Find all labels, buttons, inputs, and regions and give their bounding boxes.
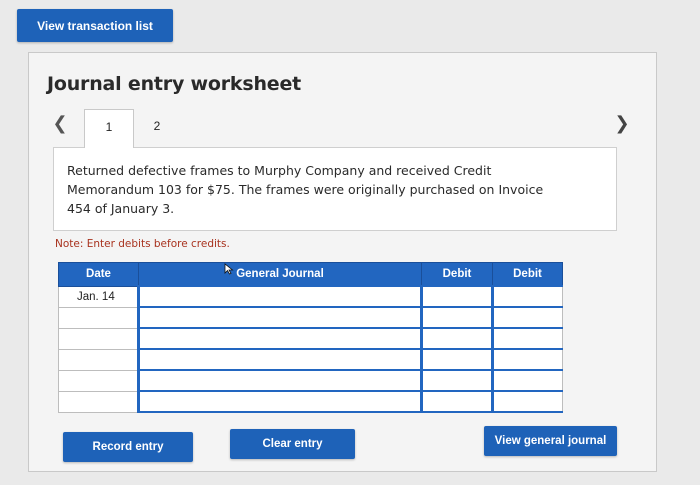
- account-input[interactable]: [137, 348, 422, 371]
- account-input[interactable]: [137, 390, 422, 413]
- date-cell[interactable]: [58, 327, 139, 350]
- credit-input[interactable]: [491, 285, 563, 308]
- column-header-general-journal: General Journal: [138, 262, 422, 287]
- chevron-left-icon[interactable]: ❮: [51, 115, 69, 133]
- tab-2[interactable]: 2: [133, 109, 181, 147]
- date-cell[interactable]: [58, 390, 139, 413]
- record-entry-button[interactable]: Record entry: [63, 432, 193, 462]
- mouse-pointer-icon: [224, 263, 234, 275]
- table-row: [58, 369, 563, 392]
- debit-input[interactable]: [420, 369, 493, 392]
- tab-1[interactable]: 1: [84, 109, 134, 148]
- journal-entry-table: Date General Journal Debit Debit Jan. 14: [58, 262, 563, 413]
- credit-input[interactable]: [491, 306, 563, 329]
- credit-input[interactable]: [491, 348, 563, 371]
- account-input[interactable]: [137, 306, 422, 329]
- table-row: [58, 327, 563, 350]
- table-row: Jan. 14: [58, 285, 563, 308]
- credit-input[interactable]: [491, 390, 563, 413]
- transaction-description: Returned defective frames to Murphy Comp…: [67, 163, 544, 216]
- debit-input[interactable]: [420, 348, 493, 371]
- debit-input[interactable]: [420, 285, 493, 308]
- account-input[interactable]: [137, 369, 422, 392]
- journal-entry-worksheet-panel: Journal entry worksheet ❮ 1 2 ❯ Returned…: [28, 52, 657, 472]
- chevron-right-icon[interactable]: ❯: [613, 115, 631, 133]
- column-header-credit: Debit: [492, 262, 563, 287]
- debit-input[interactable]: [420, 390, 493, 413]
- debit-input[interactable]: [420, 306, 493, 329]
- column-header-date: Date: [58, 262, 139, 287]
- clear-entry-button[interactable]: Clear entry: [230, 429, 355, 459]
- view-transaction-list-button[interactable]: View transaction list: [17, 9, 173, 42]
- debit-credit-note: Note: Enter debits before credits.: [55, 238, 230, 250]
- date-cell[interactable]: [58, 306, 139, 329]
- debit-input[interactable]: [420, 327, 493, 350]
- credit-input[interactable]: [491, 369, 563, 392]
- column-header-debit: Debit: [421, 262, 493, 287]
- view-general-journal-button[interactable]: View general journal: [484, 426, 617, 456]
- table-row: [58, 348, 563, 371]
- date-cell: Jan. 14: [58, 285, 139, 308]
- account-input[interactable]: [137, 285, 422, 308]
- date-cell[interactable]: [58, 369, 139, 392]
- worksheet-title: Journal entry worksheet: [47, 73, 302, 95]
- transaction-description-box: Returned defective frames to Murphy Comp…: [53, 147, 617, 231]
- account-input[interactable]: [137, 327, 422, 350]
- date-cell[interactable]: [58, 348, 139, 371]
- table-row: [58, 306, 563, 329]
- table-row: [58, 390, 563, 413]
- credit-input[interactable]: [491, 327, 563, 350]
